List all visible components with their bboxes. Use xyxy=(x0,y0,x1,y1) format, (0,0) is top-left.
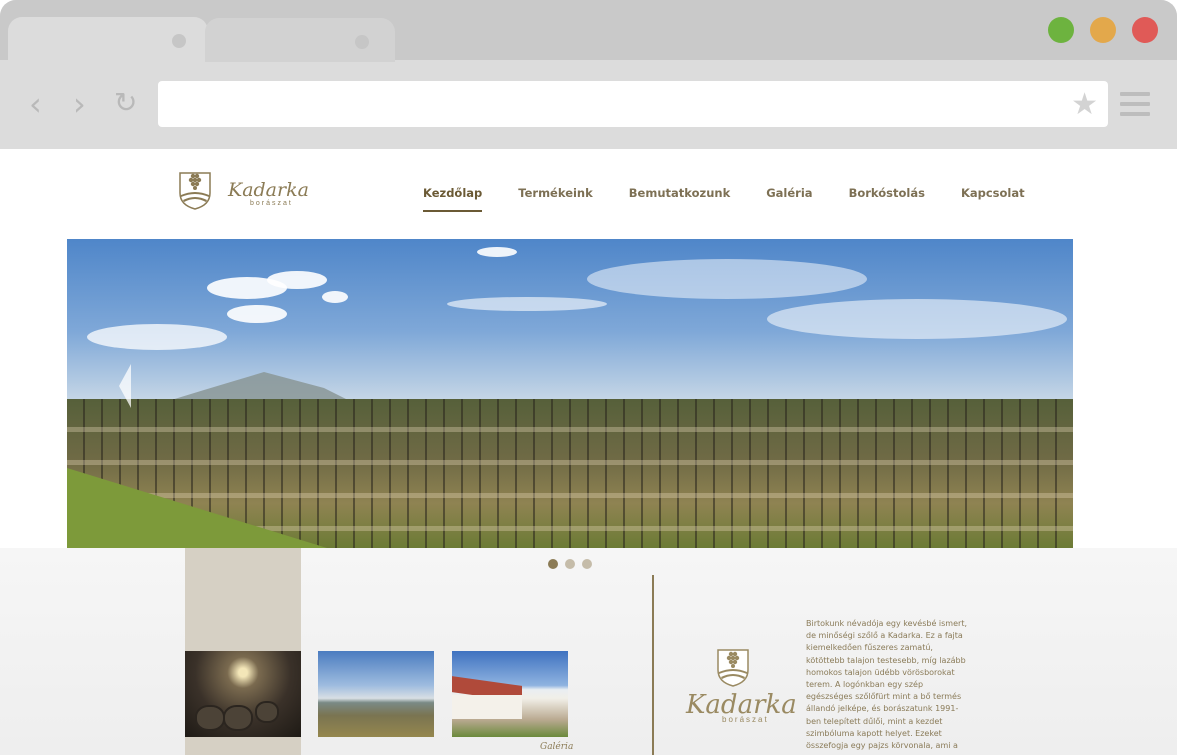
logo-subtitle: borászat xyxy=(250,200,293,207)
slider-prev-arrow[interactable] xyxy=(119,364,131,408)
main-navigation: Kezdőlap Termékeink Bemutatkozunk Galéri… xyxy=(423,186,1061,212)
slider-dot[interactable] xyxy=(548,559,558,569)
slider-dot[interactable] xyxy=(582,559,592,569)
close-window-button[interactable] xyxy=(1132,17,1158,43)
shield-logo-icon xyxy=(717,649,749,687)
browser-chrome: ‹ › ↻ ★ xyxy=(0,0,1177,149)
maximize-window-button[interactable] xyxy=(1048,17,1074,43)
forward-icon[interactable]: › xyxy=(73,88,86,120)
nav-item-kapcsolat[interactable]: Kapcsolat xyxy=(961,186,1025,200)
about-text: Birtokunk névadója egy kevésbé ismert, d… xyxy=(806,619,967,751)
tab-close-icon[interactable] xyxy=(355,35,369,49)
slider-pagination xyxy=(548,559,599,569)
gallery-caption[interactable]: Galéria xyxy=(540,742,573,752)
content-section: Galéria Kadarka borászat Birtokunk névad… xyxy=(0,548,1177,755)
nav-item-bemutatkozunk[interactable]: Bemutatkozunk xyxy=(629,186,730,200)
section-divider xyxy=(652,575,654,755)
hamburger-menu-icon[interactable] xyxy=(1120,92,1150,116)
nav-item-kezdolap[interactable]: Kezdőlap xyxy=(423,186,483,212)
minimize-window-button[interactable] xyxy=(1090,17,1116,43)
slider-dot[interactable] xyxy=(565,559,575,569)
gallery-thumb-cellar[interactable] xyxy=(185,651,301,737)
logo-wordmark: Kadarka xyxy=(228,179,309,201)
back-icon[interactable]: ‹ xyxy=(29,88,42,120)
nav-item-termekeink[interactable]: Termékeink xyxy=(518,186,593,200)
shield-logo-icon xyxy=(179,172,211,210)
site-logo[interactable]: Kadarka borászat xyxy=(178,167,309,211)
tab-strip xyxy=(0,0,1177,62)
web-page: Kadarka borászat Kezdőlap Termékeink Bem… xyxy=(0,149,1177,755)
tab-close-icon[interactable] xyxy=(172,34,186,48)
star-icon[interactable]: ★ xyxy=(1071,87,1098,122)
browser-tab-inactive[interactable] xyxy=(205,18,395,62)
reload-icon[interactable]: ↻ xyxy=(114,89,137,117)
nav-item-borkostolas[interactable]: Borkóstolás xyxy=(849,186,925,200)
logo-subtitle-large: borászat xyxy=(722,715,769,724)
browser-tab-active[interactable] xyxy=(8,17,208,61)
hero-slider-image xyxy=(67,239,1073,548)
gallery-thumb-winehouse[interactable] xyxy=(452,651,568,737)
nav-item-galeria[interactable]: Galéria xyxy=(766,186,812,200)
address-bar[interactable]: ★ xyxy=(158,81,1108,127)
gallery-thumb-vineyard[interactable] xyxy=(318,651,434,737)
